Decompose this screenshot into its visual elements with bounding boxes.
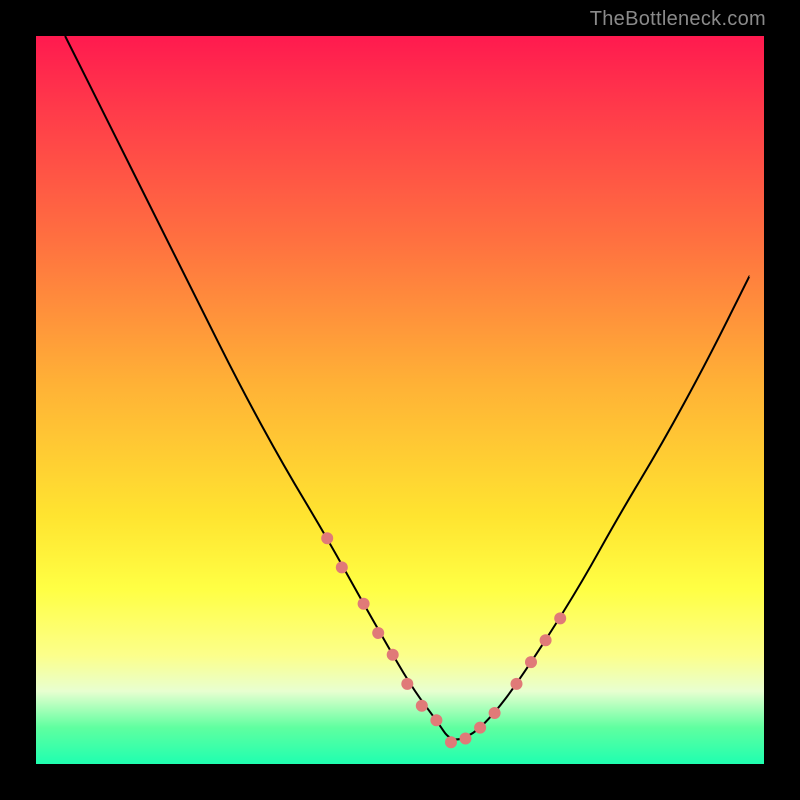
highlight-dot (336, 561, 348, 573)
highlight-dot (416, 700, 428, 712)
highlight-dot (554, 612, 566, 624)
highlight-dot (445, 736, 457, 748)
chart-svg (36, 36, 764, 764)
highlight-dot (489, 707, 501, 719)
frame: TheBottleneck.com (0, 0, 800, 800)
highlight-dot (321, 532, 333, 544)
highlight-dot (511, 678, 523, 690)
bottleneck-curve (65, 36, 749, 739)
highlight-dot (525, 656, 537, 668)
highlight-dot (387, 649, 399, 661)
highlighted-points (321, 532, 566, 748)
plot-area (36, 36, 764, 764)
highlight-dot (372, 627, 384, 639)
highlight-dot (540, 634, 552, 646)
highlight-dot (474, 722, 486, 734)
highlight-dot (460, 733, 472, 745)
highlight-dot (430, 714, 442, 726)
highlight-dot (401, 678, 413, 690)
highlight-dot (358, 598, 370, 610)
watermark-text: TheBottleneck.com (590, 8, 766, 31)
